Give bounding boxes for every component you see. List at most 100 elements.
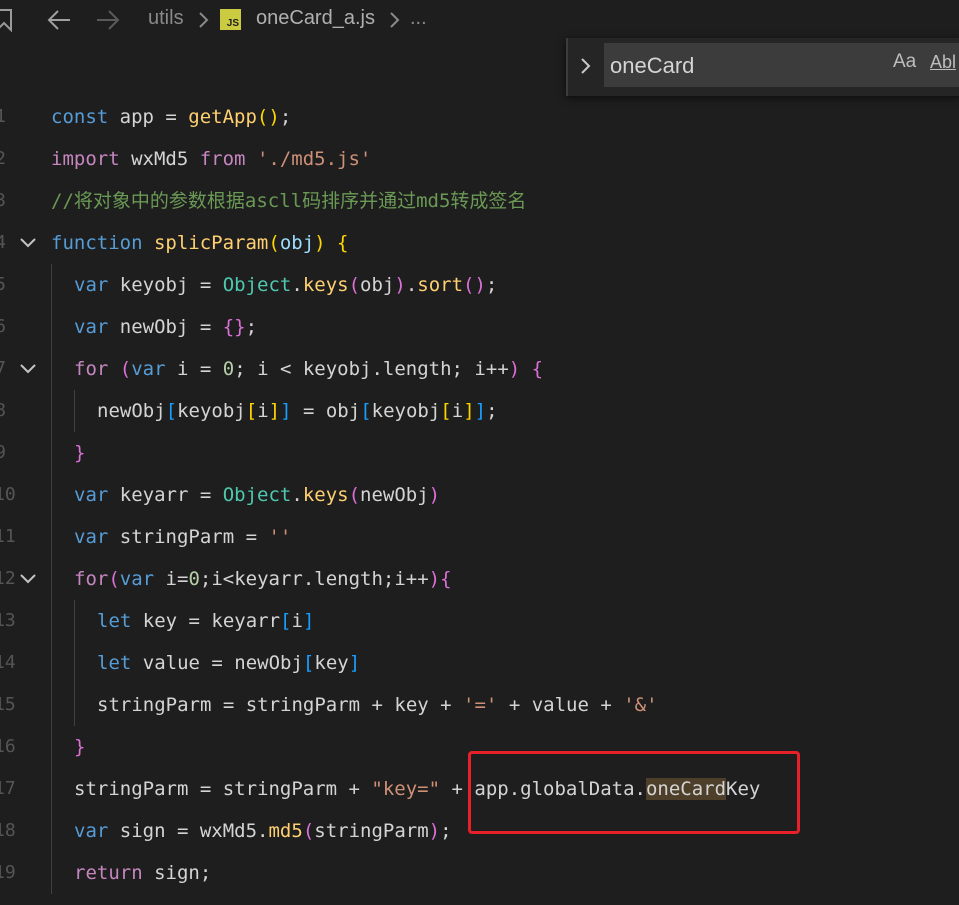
code-token: stringParm = [108,526,269,548]
code-line[interactable]: 6 var newObj = {}; [0,306,959,348]
code-token: ] [302,610,315,632]
code-line[interactable]: 7 for (var i = 0; i < keyobj.length; i++)… [0,348,959,390]
line-number: 4 [0,232,6,253]
code-line[interactable]: 14 let value = newObj[key] [0,642,959,684]
code-token: i [291,610,303,632]
toggle-replace-chevron-icon[interactable] [580,57,592,75]
code-text: const app = getApp(); [51,96,291,138]
line-number: 9 [0,442,6,463]
code-text: var sign = wxMd5.md5(stringParm); [74,810,452,852]
code-token: ) [428,820,441,842]
code-token: ] [463,400,475,422]
match-case-toggle[interactable]: Aa [893,51,916,73]
code-token: [ [245,400,258,422]
code-line[interactable]: 9} [0,432,959,474]
code-token: Object [222,484,292,506]
code-token: } [74,442,86,464]
code-token: newObj = [108,316,223,338]
code-token: "key=" [371,778,441,800]
code-line[interactable]: 12 for(var i=0;i<keyarr.length;i++){ [0,558,959,600]
code-line[interactable]: 4 function splicParam(obj) { [0,222,959,264]
code-line[interactable]: 1 const app = getApp(); [0,96,959,138]
code-token: '&' [623,694,658,716]
line-number: 10 [0,484,16,505]
fold-chevron-icon[interactable] [19,570,37,588]
code-token: var [74,526,109,548]
line-number: 12 [0,568,16,589]
code-token: ; [440,820,452,842]
whole-word-toggle[interactable]: Abl [929,51,957,74]
code-token: const [51,106,109,128]
code-token: [ [280,610,292,632]
code-line[interactable]: 15 stringParm = stringParm + key + '=' + … [0,684,959,726]
breadcrumb-file[interactable]: oneCard_a.js [256,7,375,30]
code-token: var [74,820,109,842]
code-token: var [119,568,155,590]
code-line[interactable]: 2 import wxMd5 from './md5.js' [0,138,959,180]
code-token: newObj [97,400,166,422]
code-token: keyobj [177,400,246,422]
code-token: . [291,274,303,296]
code-token: i [451,400,464,422]
code-line[interactable]: 19 return sign; [0,852,959,894]
code-text: let value = newObj[key] [97,642,360,684]
code-token: 0 [188,568,200,590]
code-token: ( [348,484,361,506]
code-token: = obj [291,400,361,422]
code-token: ( [268,232,280,254]
code-token: stringParm [314,820,429,842]
code-token: key [314,652,349,674]
code-text: for (var i = 0; i < keyobj.length; i++) … [74,348,543,390]
code-line[interactable]: 8 newObj[keyobj[i]] = obj[keyobj[i]]; [0,390,959,432]
line-number: 6 [0,316,6,337]
code-token: ; i < keyobj.length; i++ [234,358,509,380]
code-token: value = newObj [131,652,303,674]
code-token: [ [360,400,372,422]
code-token: i [257,400,269,422]
code-token: from [199,148,246,170]
find-widget: oneCard Aa Abl [566,38,959,96]
fold-chevron-icon[interactable] [19,234,37,252]
line-number: 19 [0,862,16,883]
code-text: let key = keyarr[i] [97,600,314,642]
bookmark-icon[interactable] [0,8,14,32]
code-text: import wxMd5 from './md5.js' [51,138,371,180]
code-token: ( [348,274,361,296]
line-number: 14 [0,652,16,673]
back-arrow-icon[interactable] [46,8,72,32]
code-line[interactable]: 10 var keyarr = Object.keys(newObj) [0,474,959,516]
code-token: ) [314,232,326,254]
code-line[interactable]: 3 //将对象中的参数根据ascll码排序并通过md5转成签名 [0,180,959,222]
code-line[interactable]: 13 let key = keyarr[i] [0,600,959,642]
code-token: let [97,610,132,632]
code-token: () [256,106,280,128]
code-token: ) [428,484,441,506]
code-token: stringParm = stringParm + key + [97,694,464,716]
forward-arrow-icon[interactable] [95,8,121,32]
breadcrumb-folder[interactable]: utils [148,7,184,30]
code-token: sign; [142,862,212,884]
code-token: for [74,358,109,380]
code-line[interactable]: 5 var keyobj = Object.keys(obj).sort(); [0,264,959,306]
code-token: ;i<keyarr.length;i++ [199,568,429,590]
breadcrumb-more[interactable]: ... [410,7,427,30]
fold-chevron-icon[interactable] [19,360,37,378]
find-query: oneCard [610,53,695,78]
code-token: newObj [360,484,429,506]
code-text: //将对象中的参数根据ascll码排序并通过md5转成签名 [51,180,526,222]
code-token: key = keyarr [131,610,281,632]
code-token: { [531,358,544,380]
line-number: 17 [0,778,16,799]
code-line[interactable]: 11 var stringParm = '' [0,516,959,558]
code-token: [ [302,652,315,674]
code-token: import [51,148,120,170]
find-input[interactable]: oneCard Aa Abl [604,43,959,87]
code-token: ( [119,358,132,380]
code-token: ] [474,400,487,422]
line-number: 2 [0,148,6,169]
code-token: { [440,568,452,590]
code-text: var keyarr = Object.keys(newObj) [74,474,440,516]
